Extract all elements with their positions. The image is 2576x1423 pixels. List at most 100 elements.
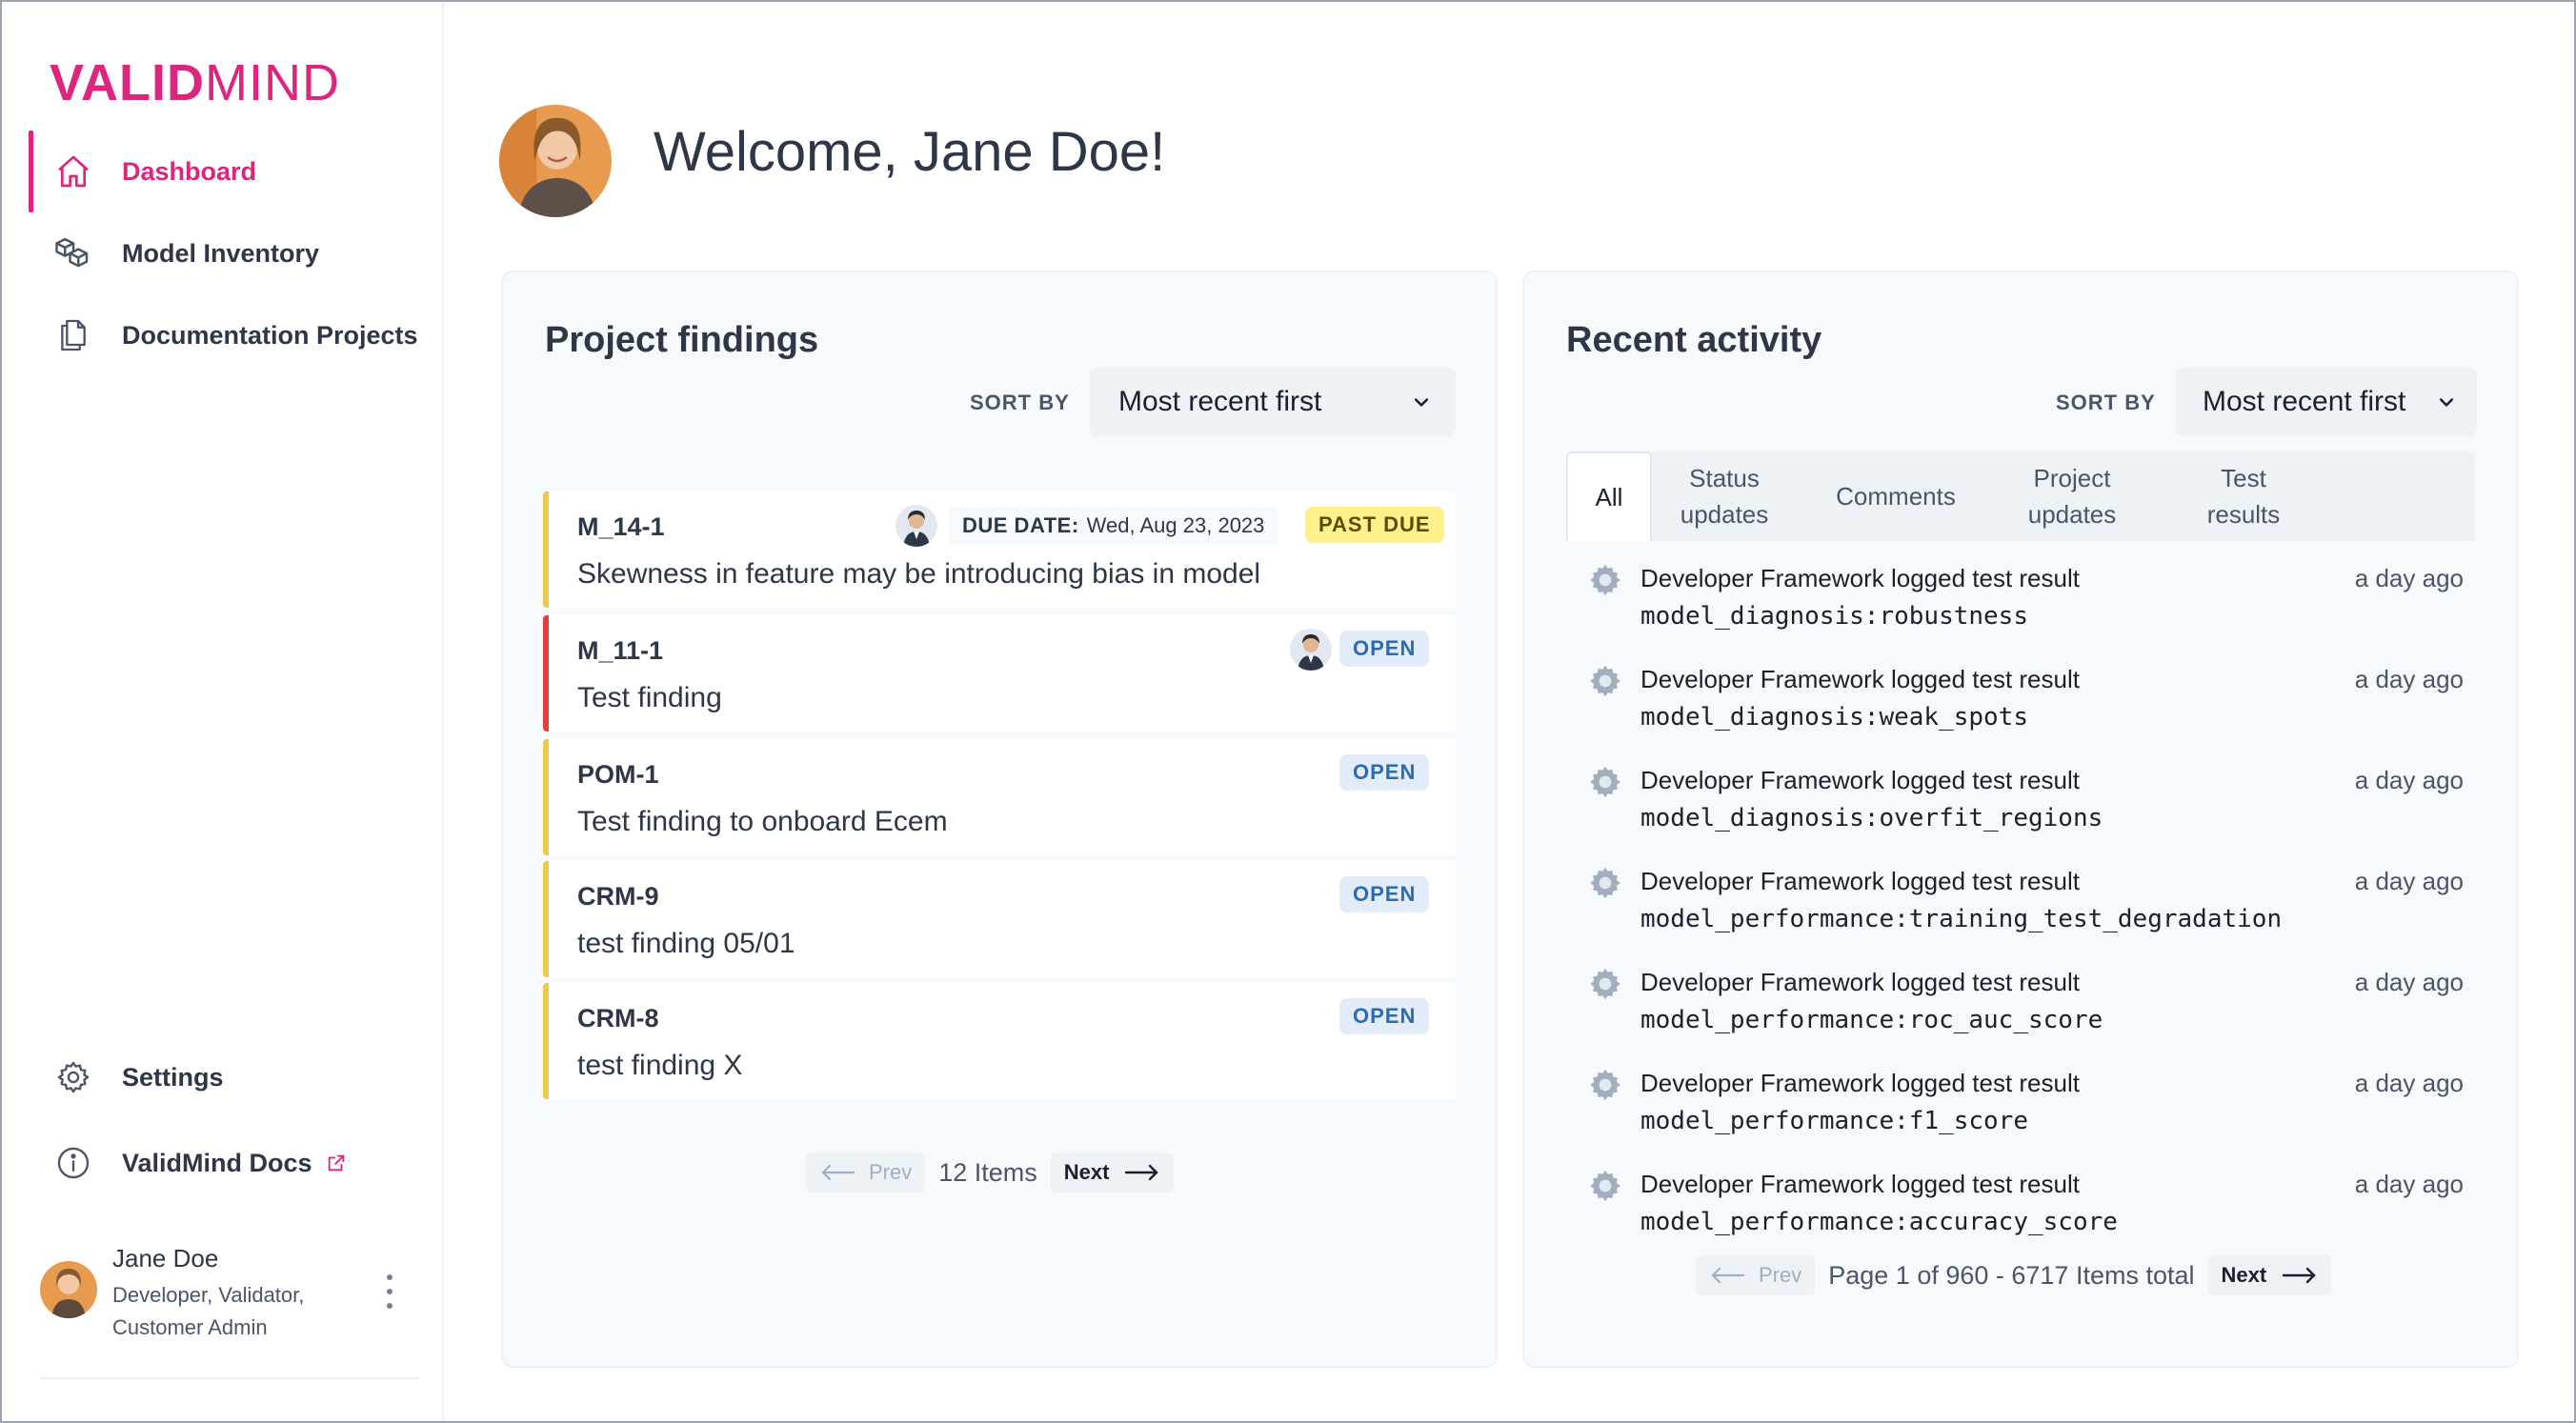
activity-text: Developer Framework logged test result — [1640, 564, 2080, 592]
activity-sort-select[interactable]: Most recent first — [2176, 368, 2477, 436]
activity-item[interactable]: Developer Framework logged test result mo… — [1587, 562, 2464, 648]
due-date-label: DUE DATE: — [962, 513, 1079, 537]
prev-label: Prev — [869, 1160, 913, 1184]
nav-item-validmind-docs[interactable]: ValidMind Docs — [29, 1120, 429, 1206]
sidebar: VALIDMIND Dashboard Model Inventory Docu… — [2, 2, 444, 1421]
activity-time: a day ago — [2354, 665, 2464, 693]
home-icon — [53, 151, 93, 191]
user-name: Jane Doe — [112, 1244, 219, 1273]
gear-icon — [1587, 1067, 1623, 1103]
activity-item[interactable]: Developer Framework logged test result mo… — [1587, 1067, 2464, 1152]
arrow-right-icon — [1125, 1164, 1159, 1181]
panel-title: Recent activity — [1566, 320, 1822, 360]
nav-label: Settings — [122, 1062, 224, 1092]
activity-item[interactable]: Developer Framework logged test result mo… — [1587, 1168, 2464, 1253]
due-date: DUE DATE: Wed, Aug 23, 2023 — [949, 507, 1278, 545]
activity-item[interactable]: Developer Framework logged test result mo… — [1587, 764, 2464, 850]
recent-activity-panel: Recent activity SORT BY Most recent firs… — [1522, 271, 2519, 1368]
tab-test-results[interactable]: Test results — [2191, 451, 2296, 541]
activity-text: Developer Framework logged test result — [1640, 968, 2080, 996]
panel-title: Project findings — [545, 320, 819, 360]
nav-label: ValidMind Docs — [122, 1148, 312, 1177]
validmind-logo[interactable]: VALIDMIND — [50, 50, 340, 116]
page-title: Welcome, Jane Doe! — [654, 121, 1166, 183]
tab-status-updates[interactable]: Status updates — [1658, 451, 1791, 541]
activity-code: model_performance:f1_score — [1640, 1107, 2028, 1135]
activity-time: a day ago — [2354, 867, 2464, 895]
activity-item[interactable]: Developer Framework logged test result mo… — [1587, 663, 2464, 749]
activity-time: a day ago — [2354, 564, 2464, 592]
activity-tabs: All Status updates Comments Project upda… — [1566, 451, 2475, 541]
finding-item[interactable]: CRM-8 OPEN test finding X — [543, 983, 1456, 1099]
arrow-left-icon — [1711, 1267, 1745, 1284]
finding-item[interactable]: CRM-9 OPEN test finding 05/01 — [543, 861, 1456, 977]
user-roles: Developer, Validator, Customer Admin — [112, 1283, 305, 1339]
activity-text: Developer Framework logged test result — [1640, 1069, 2080, 1097]
next-button[interactable]: Next — [2207, 1255, 2332, 1295]
arrow-right-icon — [2282, 1267, 2316, 1284]
sort-label: SORT BY — [2056, 391, 2156, 414]
gear-icon — [53, 1057, 93, 1097]
user-profile[interactable]: Jane Doe Developer, Validator, Customer … — [40, 1240, 421, 1345]
logo-text: VALIDMIND — [50, 54, 340, 111]
nav-item-dashboard[interactable]: Dashboard — [29, 130, 429, 212]
assignee-avatar — [896, 505, 937, 547]
tab-comments[interactable]: Comments — [1810, 451, 1982, 541]
nav-item-documentation-projects[interactable]: Documentation Projects — [29, 294, 429, 376]
finding-text: Test finding to onboard Ecem — [577, 806, 948, 837]
activity-text: Developer Framework logged test result — [1640, 665, 2080, 693]
next-label: Next — [2221, 1263, 2267, 1287]
finding-id: CRM-9 — [577, 882, 659, 911]
sort-label: SORT BY — [970, 391, 1070, 414]
finding-id: M_14-1 — [577, 512, 665, 541]
activity-item[interactable]: Developer Framework logged test result mo… — [1587, 966, 2464, 1052]
activity-time: a day ago — [2354, 1170, 2464, 1198]
divider — [40, 1377, 419, 1379]
chevron-down-icon — [1414, 398, 1429, 407]
finding-text: Test finding — [577, 682, 722, 713]
chevron-down-icon — [2439, 398, 2454, 407]
prev-button[interactable]: Prev — [1696, 1255, 1816, 1295]
tab-project-updates[interactable]: Project updates — [2010, 451, 2134, 541]
main-nav: Dashboard Model Inventory Documentation … — [29, 130, 429, 376]
nav-item-model-inventory[interactable]: Model Inventory — [29, 212, 429, 294]
next-label: Next — [1063, 1160, 1110, 1184]
items-count: 12 Items — [938, 1157, 1037, 1187]
status-badge: OPEN — [1339, 631, 1430, 667]
findings-sort-select[interactable]: Most recent first — [1090, 368, 1456, 436]
welcome-avatar — [499, 105, 612, 217]
finding-item[interactable]: M_14-1 DUE DATE: Wed, Aug 23, 2023 PAST … — [543, 491, 1456, 608]
gear-icon — [1587, 966, 1623, 1002]
gear-icon — [1587, 1168, 1623, 1204]
findings-pagination: Prev 12 Items Next — [806, 1152, 1175, 1193]
activity-item[interactable]: Developer Framework logged test result mo… — [1587, 865, 2464, 951]
finding-item[interactable]: M_11-1 OPEN Test finding — [543, 615, 1456, 732]
user-info: Jane Doe Developer, Validator, Customer … — [112, 1240, 332, 1345]
user-menu-kebab-icon[interactable] — [375, 1274, 404, 1309]
activity-code: model_diagnosis:weak_spots — [1640, 703, 2028, 732]
finding-id: CRM-8 — [577, 1004, 659, 1032]
finding-text: test finding 05/01 — [577, 928, 795, 959]
nav-label: Documentation Projects — [122, 320, 418, 350]
nav-label: Dashboard — [122, 156, 257, 186]
activity-time: a day ago — [2354, 968, 2464, 996]
tab-all[interactable]: All — [1566, 451, 1652, 541]
prev-button[interactable]: Prev — [806, 1152, 926, 1193]
arrow-left-icon — [821, 1164, 855, 1181]
status-badge: OPEN — [1339, 876, 1430, 912]
activity-text: Developer Framework logged test result — [1640, 1170, 2080, 1198]
finding-item[interactable]: POM-1 OPEN Test finding to onboard Ecem — [543, 739, 1456, 855]
nav-item-settings[interactable]: Settings — [29, 1034, 429, 1120]
gear-icon — [1587, 562, 1623, 598]
assignee-avatar — [1290, 629, 1332, 671]
activity-code: model_diagnosis:overfit_regions — [1640, 804, 2103, 832]
cubes-icon — [53, 233, 93, 273]
activity-pagination: Prev Page 1 of 960 - 6717 Items total Ne… — [1696, 1255, 2332, 1295]
status-badge: PAST DUE — [1305, 507, 1444, 543]
activity-text: Developer Framework logged test result — [1640, 766, 2080, 794]
next-button[interactable]: Next — [1050, 1152, 1175, 1193]
activity-text: Developer Framework logged test result — [1640, 867, 2080, 895]
status-badge: OPEN — [1339, 754, 1430, 791]
page-info: Page 1 of 960 - 6717 Items total — [1828, 1260, 2195, 1290]
user-avatar — [40, 1261, 97, 1318]
